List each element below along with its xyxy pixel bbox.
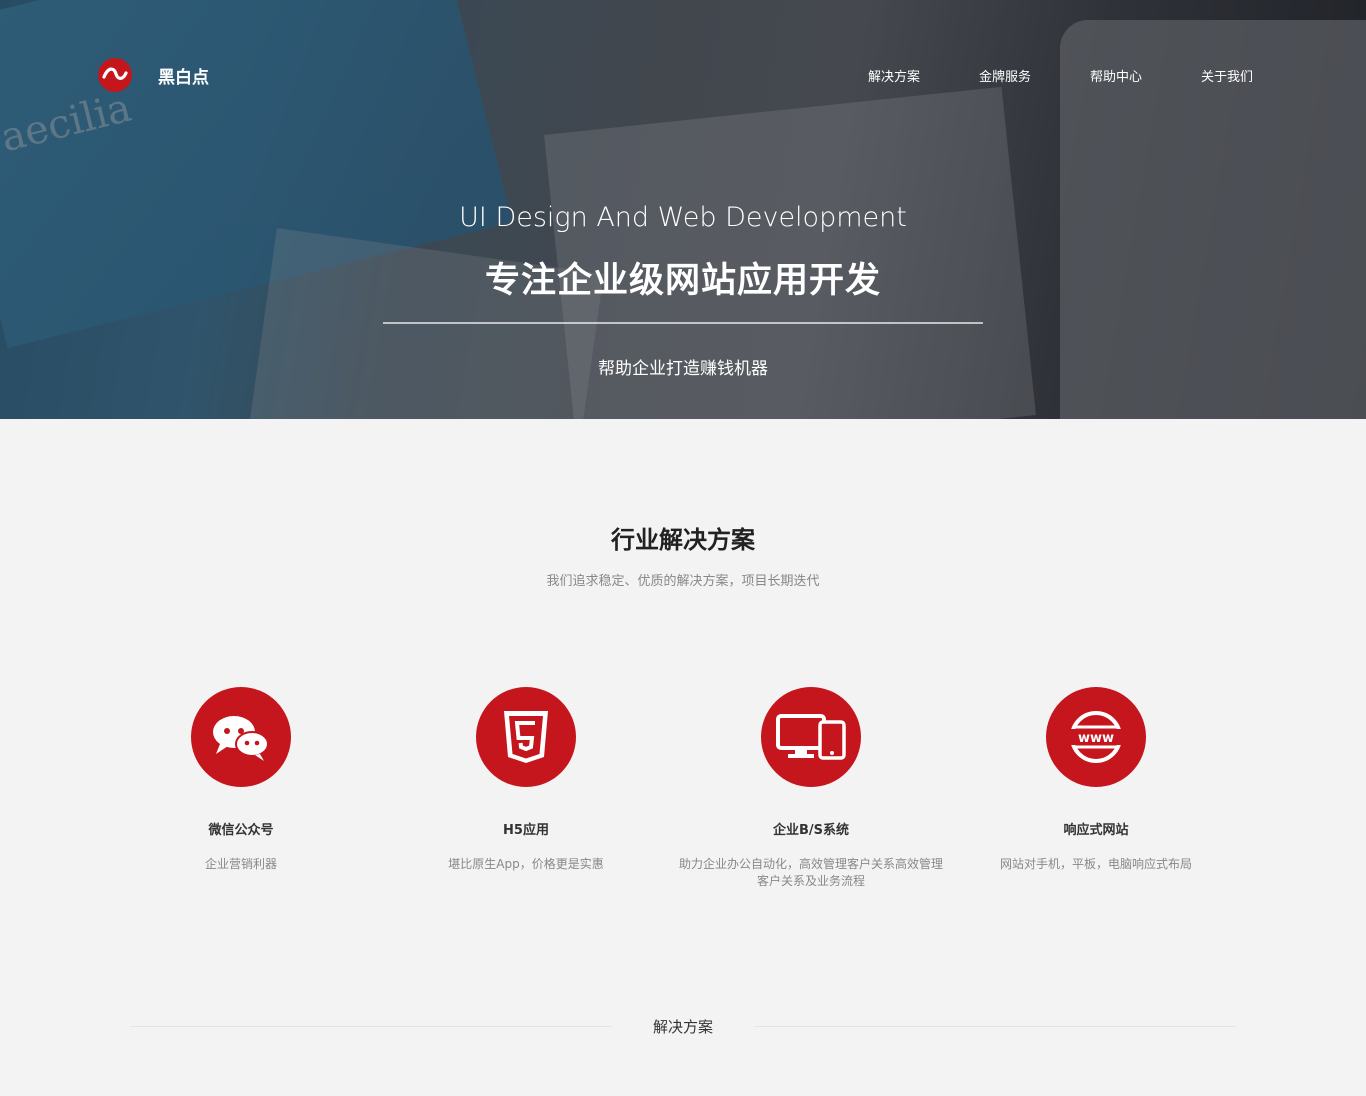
- feature-h5[interactable]: H5应用 堪比原生App，价格更是实惠: [391, 687, 661, 873]
- section-subtitle: 我们追求稳定、优质的解决方案，项目长期迭代: [546, 574, 820, 589]
- section-title: 行业解决方案: [611, 526, 755, 554]
- html5-icon: [476, 687, 576, 787]
- section-divider: 解决方案: [130, 1014, 1236, 1038]
- feature-title: 企业B/S系统: [772, 823, 850, 838]
- hero-title-cn: 专注企业级网站应用开发: [484, 261, 881, 301]
- feature-desc: 企业营销利器: [204, 857, 277, 871]
- feature-bs-system[interactable]: 企业B/S系统 助力企业办公自动化，高效管理客户关系高效管理客户关系及业务流程: [676, 687, 946, 890]
- nav-help-center[interactable]: 帮助中心: [1090, 66, 1142, 85]
- divider-line-right: [754, 1026, 1236, 1027]
- hero-title-en: UI Design And Web Development: [459, 202, 907, 233]
- feature-desc: 网站对手机，平板，电脑响应式布局: [999, 857, 1192, 871]
- nav-about-us[interactable]: 关于我们: [1201, 66, 1253, 85]
- hero-divider: [383, 322, 983, 324]
- feature-title: H5应用: [503, 823, 549, 838]
- svg-text:www: www: [1078, 731, 1114, 746]
- hero-subtitle: 帮助企业打造赚钱机器: [598, 359, 768, 379]
- feature-responsive-site[interactable]: www 响应式网站 网站对手机，平板，电脑响应式布局: [961, 687, 1231, 873]
- devices-icon: [761, 687, 861, 787]
- logo-text: 黑白点: [158, 67, 209, 88]
- site-logo[interactable]: 黑白点: [98, 58, 209, 92]
- hero-banner: aecilia 黑白点 解决方案 金牌服务 帮助中心 关于我们 UI Desig…: [0, 0, 1366, 419]
- logo-icon: [98, 58, 132, 92]
- feature-wechat[interactable]: 微信公众号 企业营销利器: [106, 687, 376, 873]
- nav-solutions[interactable]: 解决方案: [868, 66, 920, 85]
- main-nav: 解决方案 金牌服务 帮助中心 关于我们: [809, 66, 1253, 85]
- feature-title: 响应式网站: [1063, 823, 1129, 838]
- feature-desc: 堪比原生App，价格更是实惠: [448, 857, 604, 871]
- feature-title: 微信公众号: [208, 823, 274, 838]
- www-icon: www: [1046, 687, 1146, 787]
- nav-gold-service[interactable]: 金牌服务: [979, 66, 1031, 85]
- feature-desc: 助力企业办公自动化，高效管理客户关系高效管理客户关系及业务流程: [678, 857, 943, 888]
- wechat-icon: [191, 687, 291, 787]
